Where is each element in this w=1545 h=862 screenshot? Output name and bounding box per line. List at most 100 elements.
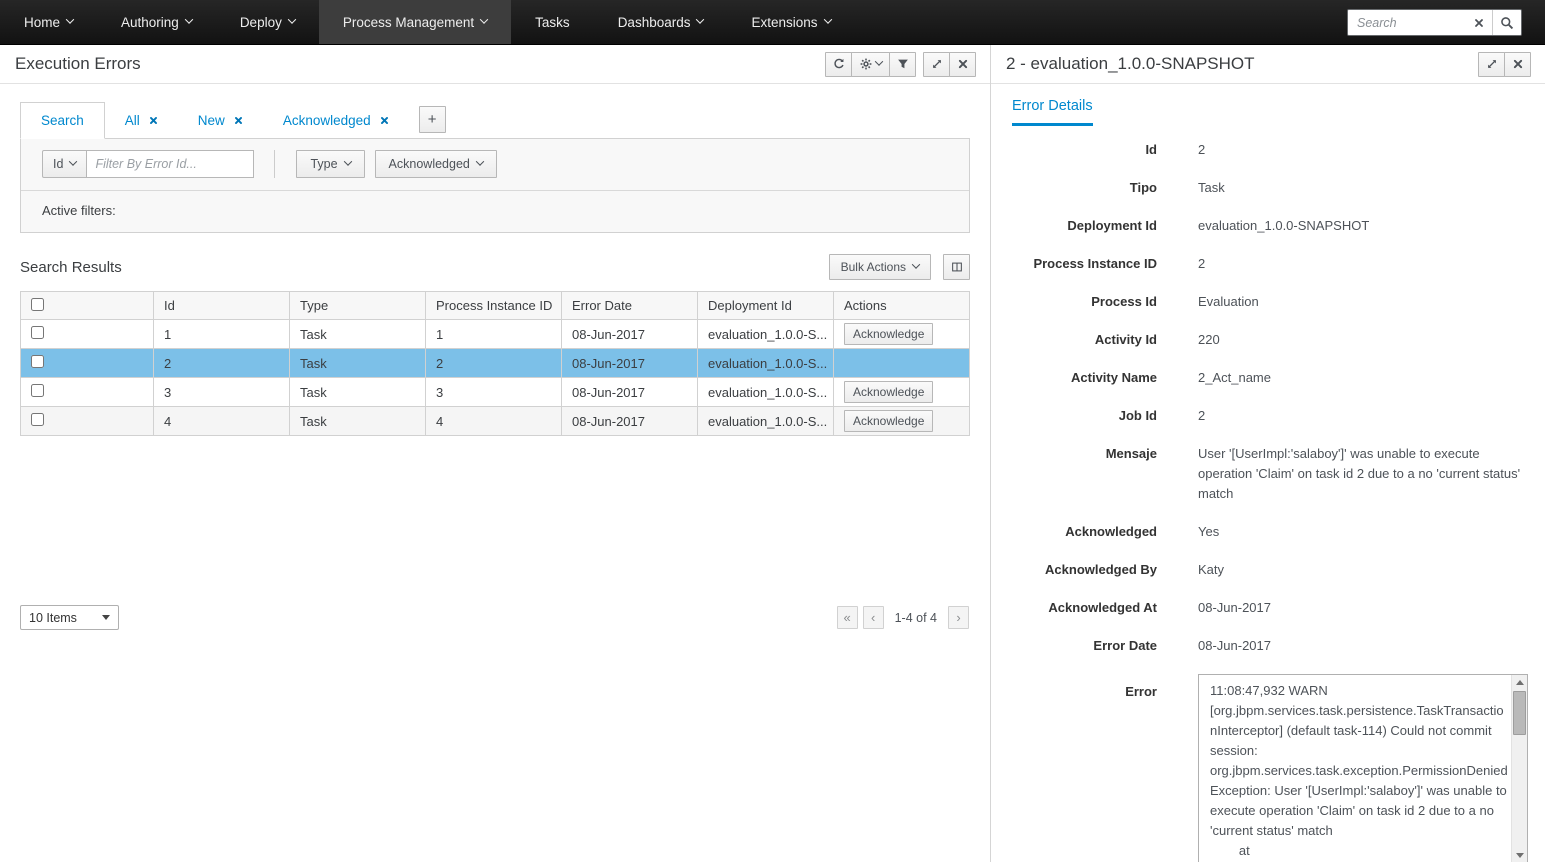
nav-item-home[interactable]: Home bbox=[0, 0, 97, 44]
refresh-button[interactable] bbox=[825, 52, 852, 77]
acknowledge-button[interactable]: Acknowledge bbox=[844, 381, 933, 403]
scrollbar-thumb[interactable] bbox=[1513, 691, 1526, 735]
table-header-row: Id Type Process Instance ID Error Date D… bbox=[21, 292, 970, 320]
column-header-process-instance-id: Process Instance ID bbox=[426, 292, 562, 320]
nav-item-process-management[interactable]: Process Management bbox=[319, 0, 511, 44]
tab-label: Search bbox=[41, 113, 84, 128]
row-checkbox[interactable] bbox=[31, 413, 44, 426]
expand-icon bbox=[1486, 58, 1498, 70]
close-icon bbox=[957, 58, 969, 70]
columns-grid-icon bbox=[951, 261, 963, 273]
scrollbar[interactable] bbox=[1511, 675, 1527, 862]
table-row-selected[interactable]: 2 Task 2 08-Jun-2017 evaluation_1.0.0-S.… bbox=[21, 349, 970, 378]
nav-item-deploy[interactable]: Deploy bbox=[216, 0, 319, 44]
page-size-label: 10 Items bbox=[29, 611, 77, 625]
field-label: Process Id bbox=[991, 292, 1157, 312]
cell-deployment-id: evaluation_1.0.0-S... bbox=[698, 407, 834, 436]
next-page-button[interactable]: › bbox=[948, 606, 969, 629]
search-filter-box: Id Type Acknowledged Active filters: bbox=[20, 138, 970, 233]
select-caret-icon bbox=[102, 615, 110, 620]
column-header-deployment-id: Deployment Id bbox=[698, 292, 834, 320]
acknowledge-button[interactable]: Acknowledge bbox=[844, 323, 933, 345]
table-row[interactable]: 4 Task 4 08-Jun-2017 evaluation_1.0.0-S.… bbox=[21, 407, 970, 436]
column-header-actions: Actions bbox=[834, 292, 970, 320]
tab-new[interactable]: New bbox=[178, 103, 263, 138]
field-process-id: Process Id Evaluation bbox=[991, 292, 1545, 312]
nav-item-authoring[interactable]: Authoring bbox=[97, 0, 216, 44]
field-value: 2 bbox=[1198, 254, 1530, 274]
chevron-down-icon bbox=[480, 15, 488, 23]
error-stacktrace-text: 11:08:47,932 WARN [org.jbpm.services.tas… bbox=[1199, 675, 1510, 862]
nav-item-dashboards[interactable]: Dashboards bbox=[594, 0, 728, 44]
acknowledged-filter-dropdown[interactable]: Acknowledged bbox=[375, 150, 497, 178]
field-tipo: TipoTask bbox=[991, 178, 1545, 198]
cell-type: Task bbox=[290, 349, 426, 378]
next-page-icon: › bbox=[956, 610, 960, 625]
nav-item-tasks[interactable]: Tasks bbox=[511, 0, 594, 44]
field-label: Error bbox=[991, 674, 1157, 702]
column-settings-button[interactable] bbox=[943, 254, 970, 280]
expand-panel-button[interactable] bbox=[1478, 52, 1505, 77]
plus-icon: + bbox=[428, 111, 437, 128]
navbar-search bbox=[1347, 9, 1522, 36]
cell-type: Task bbox=[290, 378, 426, 407]
field-value: Evaluation bbox=[1198, 292, 1530, 312]
acknowledge-button[interactable]: Acknowledge bbox=[844, 410, 933, 432]
cell-id: 2 bbox=[154, 349, 290, 378]
close-tab-icon[interactable] bbox=[234, 116, 243, 125]
close-panel-button[interactable] bbox=[1504, 52, 1531, 77]
field-value: 2 bbox=[1198, 140, 1530, 160]
scroll-down-button[interactable] bbox=[1512, 848, 1528, 862]
table-row[interactable]: 1 Task 1 08-Jun-2017 evaluation_1.0.0-S.… bbox=[21, 320, 970, 349]
row-checkbox[interactable] bbox=[31, 326, 44, 339]
filter-button[interactable] bbox=[889, 52, 916, 77]
page-size-select[interactable]: 10 Items bbox=[20, 605, 119, 630]
field-activity-id: Activity Id220 bbox=[991, 330, 1545, 350]
cell-deployment-id: evaluation_1.0.0-S... bbox=[698, 378, 834, 407]
prev-page-button[interactable]: ‹ bbox=[863, 606, 884, 629]
column-header-id: Id bbox=[154, 292, 290, 320]
nav-item-extensions[interactable]: Extensions bbox=[727, 0, 854, 44]
clear-search-icon[interactable] bbox=[1466, 10, 1492, 35]
tab-acknowledged[interactable]: Acknowledged bbox=[263, 103, 409, 138]
error-details-title: 2 - evaluation_1.0.0-SNAPSHOT bbox=[1006, 54, 1255, 74]
field-value: Katy bbox=[1198, 560, 1530, 580]
chevron-down-icon bbox=[66, 15, 74, 23]
type-filter-dropdown[interactable]: Type bbox=[296, 150, 364, 178]
field-value: User '[UserImpl:'salaboy']' was unable t… bbox=[1198, 444, 1530, 504]
cell-id: 3 bbox=[154, 378, 290, 407]
search-input[interactable] bbox=[1348, 10, 1466, 35]
row-checkbox[interactable] bbox=[31, 355, 44, 368]
nav-item-label: Home bbox=[24, 15, 60, 30]
type-filter-label: Type bbox=[310, 157, 337, 171]
filter-field-dropdown[interactable]: Id bbox=[42, 150, 87, 178]
close-panel-button[interactable] bbox=[949, 52, 976, 77]
bulk-actions-dropdown[interactable]: Bulk Actions bbox=[829, 254, 931, 280]
table-row[interactable]: 3 Task 3 08-Jun-2017 evaluation_1.0.0-S.… bbox=[21, 378, 970, 407]
select-all-checkbox[interactable] bbox=[31, 298, 44, 311]
search-icon[interactable] bbox=[1492, 10, 1521, 35]
field-mensaje: Mensaje User '[UserImpl:'salaboy']' was u… bbox=[991, 444, 1545, 504]
tab-all[interactable]: All bbox=[105, 103, 178, 138]
field-deployment-id: Deployment Idevaluation_1.0.0-SNAPSHOT bbox=[991, 216, 1545, 236]
close-tab-icon[interactable] bbox=[380, 116, 389, 125]
chevron-down-icon bbox=[874, 57, 882, 65]
first-page-button[interactable]: « bbox=[837, 606, 858, 629]
tab-error-details[interactable]: Error Details bbox=[1012, 98, 1093, 126]
field-error-date: Error Date08-Jun-2017 bbox=[991, 636, 1545, 656]
tab-search[interactable]: Search bbox=[20, 102, 105, 139]
settings-dropdown-button[interactable] bbox=[851, 52, 890, 77]
close-tab-icon[interactable] bbox=[149, 116, 158, 125]
error-stacktrace-textarea[interactable]: 11:08:47,932 WARN [org.jbpm.services.tas… bbox=[1198, 674, 1528, 862]
cell-type: Task bbox=[290, 320, 426, 349]
field-label: Mensaje bbox=[991, 444, 1157, 504]
add-tab-button[interactable]: + bbox=[419, 106, 446, 133]
column-header-error-date: Error Date bbox=[562, 292, 698, 320]
search-results-header: Search Results Bulk Actions bbox=[20, 254, 970, 280]
scroll-up-button[interactable] bbox=[1512, 675, 1528, 690]
row-checkbox[interactable] bbox=[31, 384, 44, 397]
expand-panel-button[interactable] bbox=[923, 52, 950, 77]
filter-funnel-icon bbox=[897, 58, 909, 70]
field-label: Tipo bbox=[991, 178, 1157, 198]
error-id-filter-input[interactable] bbox=[87, 150, 254, 178]
